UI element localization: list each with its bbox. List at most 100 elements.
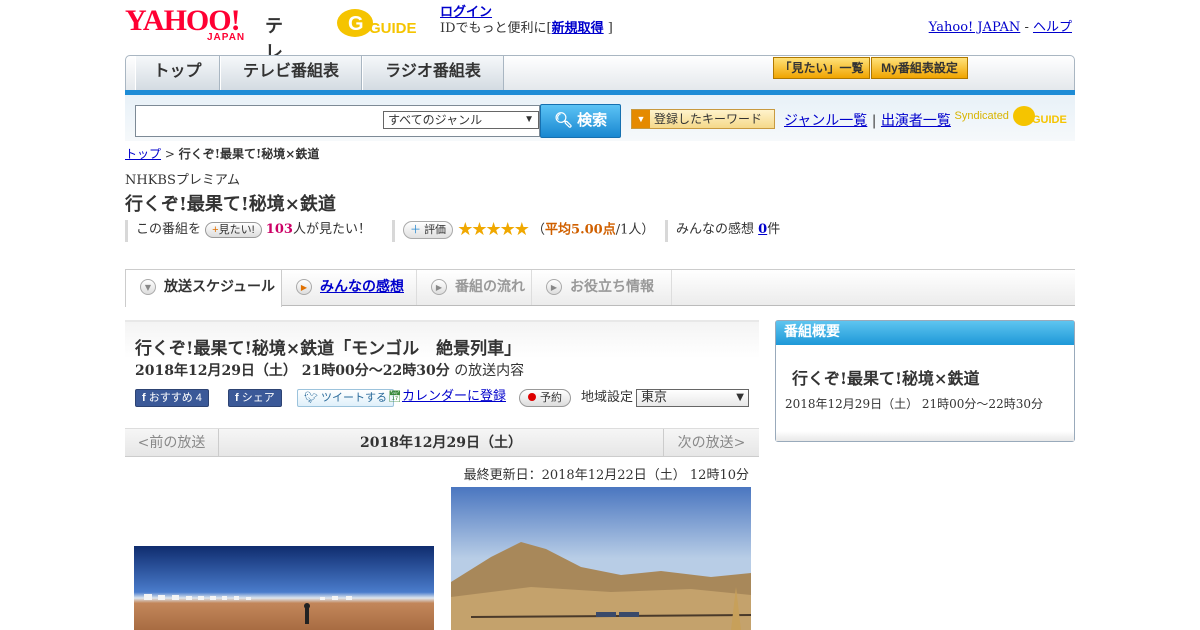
impressions-count-link[interactable]: 0 — [758, 222, 767, 237]
rate-button-label: 評価 — [424, 224, 447, 236]
mitai-button-label: 見たい! — [218, 223, 255, 236]
nav-tab-top[interactable]: トップ — [135, 56, 220, 90]
episode-photo-steppe-train — [451, 487, 751, 630]
page-title: 行くぞ!最果て!秘境×鉄道 — [125, 194, 336, 215]
region-label: 地域設定 — [581, 390, 634, 405]
record-dot-icon — [528, 393, 536, 401]
tab-broadcast-schedule[interactable]: ▼ 放送スケジュール — [125, 270, 282, 307]
gguide-small-logo-text: GUIDE — [1032, 114, 1067, 126]
recommend-count: 4 — [195, 392, 202, 404]
tweet-button[interactable]: 🐦︎ ツイートする — [297, 389, 395, 407]
program-overview-heading: 番組概要 — [776, 321, 1074, 345]
my-schedule-button[interactable]: My番組表設定 — [871, 57, 968, 79]
nav-tab-radio-schedule[interactable]: ラジオ番組表 — [362, 56, 504, 90]
impressions-segment: みんなの感想 0件 — [665, 220, 780, 242]
plus-icon: ＋ — [410, 224, 421, 236]
play-arrow-icon: ▶ — [296, 279, 312, 295]
svg-text:G: G — [348, 13, 364, 35]
next-broadcast-link[interactable]: 次の放送> — [663, 429, 759, 457]
region-select-value: 東京 — [641, 390, 668, 405]
tab-label: 放送スケジュール — [164, 279, 276, 295]
login-box: ログイン IDでもっと便利に[新規取得 ] — [440, 5, 613, 37]
genre-select-value: すべてのジャンル — [388, 113, 483, 127]
yahoo-japan-logo[interactable]: YAHOO! JAPAN テレビ — [125, 6, 283, 89]
genre-select[interactable]: すべてのジャンル ▼ — [383, 111, 539, 129]
mitai-suffix: 人が見たい！ — [292, 222, 371, 237]
registered-keyword-label: 登録したキーワード — [654, 112, 763, 126]
rate-button[interactable]: ＋ 評価 — [403, 221, 454, 239]
rating-open: （ — [532, 222, 546, 238]
search-links-separator: | — [871, 113, 877, 129]
share-button[interactable]: f シェア — [228, 389, 282, 407]
recommend-label: おすすめ — [148, 392, 193, 404]
login-sub-text: IDでもっと便利に[ — [440, 21, 552, 36]
episode-photo-yurts — [134, 546, 434, 630]
rating-people: /1人） — [615, 222, 655, 238]
program-overview-time: 2018年12月29日（土） 21時00分～22時30分 — [785, 397, 1043, 411]
tab-label: 番組の流れ — [455, 279, 525, 295]
calendar-register[interactable]: 📅︎カレンダーに登録 — [388, 389, 506, 407]
episode-title: 行くぞ!最果て!秘境×鉄道「モンゴル 絶景列車」 — [135, 339, 522, 359]
episode-datetime-suffix: の放送内容 — [454, 363, 525, 379]
breadcrumb-top-link[interactable]: トップ — [125, 147, 161, 161]
help-link[interactable]: ヘルプ — [1033, 20, 1072, 35]
tab-label: お役立ち情報 — [570, 279, 654, 295]
register-link[interactable]: 新規取得 — [552, 21, 604, 36]
twitter-bird-icon: 🐦︎ — [304, 392, 318, 404]
reserve-label: 予約 — [540, 392, 562, 404]
search-area: すべてのジャンル ▼ 🔍︎ 検索 ▼ 登録したキーワード ジャンル一覧 | 出演者… — [125, 95, 1075, 141]
gguide-logo-text: GUIDE — [369, 20, 417, 37]
impressions-label: みんなの感想 — [676, 222, 755, 237]
rating-segment: ＋ 評価 ★★★★★ （平均5.00点/1人） — [392, 220, 654, 242]
program-stats: この番組を +見たい! 103人が見たい！ ＋ 評価 ★★★★★ （平均5.00… — [125, 220, 1075, 242]
login-sub-end: ] — [607, 21, 613, 36]
program-tabs: ▼ 放送スケジュール ▶ みんなの感想 ▶ 番組の流れ ▶ お役立ち情報 — [125, 269, 1075, 307]
gguide-logo[interactable]: G GUIDE — [335, 6, 430, 40]
syndicated-gguide-badge: Syndicated GUIDE — [955, 104, 1068, 128]
mitai-button[interactable]: +見たい! — [205, 221, 262, 238]
prev-broadcast-link[interactable]: <前の放送 — [125, 429, 219, 457]
reserve-button[interactable]: 予約 — [519, 389, 571, 407]
breadcrumb-separator: > — [164, 147, 175, 161]
login-link[interactable]: ログイン — [440, 5, 492, 20]
play-arrow-icon: ▶ — [546, 279, 562, 295]
facebook-icon: f — [142, 392, 146, 404]
tab-program-flow[interactable]: ▶ 番組の流れ — [417, 270, 532, 305]
search-links: ジャンル一覧 | 出演者一覧 — [784, 110, 951, 130]
search-button[interactable]: 🔍︎ 検索 — [540, 104, 621, 138]
chevron-down-icon: ▼ — [140, 279, 156, 295]
yahoo-japan-link[interactable]: Yahoo! JAPAN — [929, 20, 1021, 35]
social-bar: f おすすめ 4 f シェア 🐦︎ ツイートする 📅︎カレンダーに登録 予約 地… — [135, 389, 755, 409]
nav-tab-tv-schedule[interactable]: テレビ番組表 — [220, 56, 362, 90]
top-links: Yahoo! JAPAN - ヘルプ — [929, 16, 1072, 35]
program-overview-panel: 番組概要 行くぞ!最果て!秘境×鉄道 2018年12月29日（土） 21時00分… — [775, 320, 1075, 442]
chevron-down-icon: ▼ — [524, 114, 534, 125]
program-overview-title: 行くぞ!最果て!秘境×鉄道 — [792, 369, 980, 388]
breadcrumb-current: 行くぞ!最果て!秘境×鉄道 — [178, 147, 320, 161]
facebook-icon: f — [235, 392, 239, 404]
tab-useful-info[interactable]: ▶ お役立ち情報 — [532, 270, 672, 305]
search-button-label: 検索 — [577, 112, 608, 129]
performer-list-link[interactable]: 出演者一覧 — [881, 113, 951, 129]
broadcast-pager: <前の放送 2018年12月29日（土） 次の放送> — [125, 428, 759, 457]
episode-datetime-line: 2018年12月29日（土） 21時00分～22時30分 の放送内容 — [135, 360, 524, 380]
tab-impressions[interactable]: ▶ みんなの感想 — [282, 270, 417, 305]
region-select[interactable]: 東京 ▼ — [636, 389, 749, 407]
mitai-count: 103 — [265, 222, 293, 237]
breadcrumb: トップ > 行くぞ!最果て!秘境×鉄道 — [125, 145, 319, 162]
genre-list-link[interactable]: ジャンル一覧 — [784, 113, 867, 129]
syndicated-label: Syndicated — [954, 109, 1009, 122]
mitai-list-button[interactable]: 「見たい」一覧 — [773, 57, 870, 79]
tab-label: みんなの感想 — [320, 279, 404, 295]
play-arrow-icon: ▶ — [431, 279, 447, 295]
share-label: シェア — [241, 392, 275, 404]
top-links-separator: - — [1024, 20, 1029, 35]
registered-keyword-button[interactable]: ▼ 登録したキーワード — [631, 109, 775, 129]
calendar-link[interactable]: カレンダーに登録 — [402, 389, 506, 404]
this-program-label: この番組を — [136, 222, 202, 237]
recommend-button[interactable]: f おすすめ 4 — [135, 389, 209, 407]
episode-datetime: 2018年12月29日（土） 21時00分～22時30分 — [135, 363, 450, 379]
japan-logo-text: JAPAN — [207, 32, 246, 43]
mitai-segment: この番組を +見たい! 103人が見たい！ — [125, 220, 371, 242]
pager-date: 2018年12月29日（土） — [360, 435, 522, 451]
